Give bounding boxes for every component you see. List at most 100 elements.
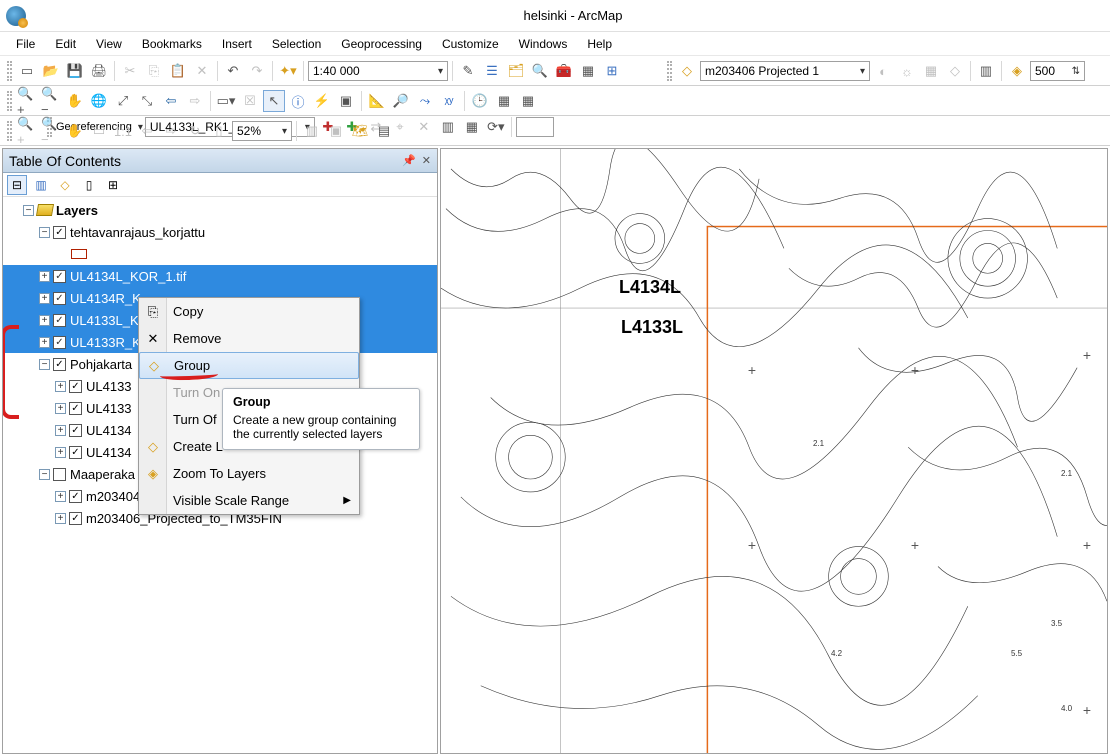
identify-icon[interactable]: ⓘ	[287, 90, 309, 112]
viewer-window-icon[interactable]: ▦	[517, 90, 539, 112]
pin-icon[interactable]: 📌	[402, 154, 416, 167]
rotate-icon[interactable]: ⟳▾	[485, 116, 507, 138]
checkbox[interactable]: ✓	[53, 358, 66, 371]
layout-zoom-combo[interactable]: 52% ▾	[232, 121, 292, 141]
pan-icon[interactable]: ✋	[64, 90, 86, 112]
viewer-icon[interactable]: ▥	[437, 116, 459, 138]
toolbar-handle[interactable]	[7, 121, 12, 141]
delete-icon[interactable]: ✕	[191, 60, 213, 82]
layout-back-icon[interactable]: ⇦	[136, 120, 158, 142]
brightness-icon[interactable]: ☼	[896, 60, 918, 82]
checkbox[interactable]: ✓	[69, 490, 82, 503]
arc-toolbox-icon[interactable]: 🧰	[553, 60, 575, 82]
checkbox[interactable]: ✓	[53, 292, 66, 305]
python-icon[interactable]: ▦	[577, 60, 599, 82]
menu-bookmarks[interactable]: Bookmarks	[134, 35, 210, 53]
select-elements-icon[interactable]: ↖	[263, 90, 285, 112]
scale-combo[interactable]: 1:40 000 ▾	[308, 61, 448, 81]
layout-pan-icon[interactable]: ✋	[64, 120, 86, 142]
menu-file[interactable]: File	[8, 35, 43, 53]
menu-geoprocessing[interactable]: Geoprocessing	[333, 35, 430, 53]
change-layout-icon[interactable]: 🗺	[349, 120, 371, 142]
measure-icon[interactable]: 📐	[366, 90, 388, 112]
expand-icon[interactable]: +	[55, 513, 66, 524]
collapse-icon[interactable]: −	[39, 469, 50, 480]
zoom-in-icon[interactable]: 🔍+	[16, 90, 38, 112]
checkbox[interactable]: ✓	[69, 402, 82, 415]
menu-windows[interactable]: Windows	[511, 35, 576, 53]
list-by-drawing-order-icon[interactable]: ⊟	[7, 175, 27, 195]
rotation-input[interactable]	[516, 117, 554, 137]
data-driven-pages-icon[interactable]: ▤	[373, 120, 395, 142]
checkbox[interactable]: ✓	[53, 226, 66, 239]
layout-forward-icon[interactable]: ⇨	[160, 120, 182, 142]
expand-icon[interactable]: +	[55, 381, 66, 392]
expand-icon[interactable]: +	[39, 293, 50, 304]
focus-data-frame-icon[interactable]: ▣	[325, 120, 347, 142]
checkbox[interactable]: ✓	[69, 512, 82, 525]
toc-icon[interactable]: ☰	[481, 60, 503, 82]
checkbox[interactable]: ✓	[53, 336, 66, 349]
copy-icon[interactable]: ⎘	[143, 60, 165, 82]
add-data-icon[interactable]: ✦▾	[277, 60, 299, 82]
forward-extent-icon[interactable]: ⇨	[184, 90, 206, 112]
menu-help[interactable]: Help	[579, 35, 620, 53]
layout-100-icon[interactable]: 1:1	[112, 120, 134, 142]
menu-customize[interactable]: Customize	[434, 35, 507, 53]
checkbox-unchecked[interactable]	[53, 468, 66, 481]
flicker-rate[interactable]: 500 ⇅	[1030, 61, 1085, 81]
list-by-selection-icon[interactable]: ▯	[79, 175, 99, 195]
data-driven-prev-icon[interactable]: ▯	[208, 120, 230, 142]
expand-icon[interactable]: +	[55, 491, 66, 502]
back-extent-icon[interactable]: ⇦	[160, 90, 182, 112]
editor-toolbar-icon[interactable]: ✎	[457, 60, 479, 82]
menu-edit[interactable]: Edit	[47, 35, 84, 53]
expand-icon[interactable]: +	[39, 315, 50, 326]
layout-zoom-out-icon[interactable]: 🔍−	[40, 120, 62, 142]
print-icon[interactable]: 🖨	[88, 60, 110, 82]
full-extent-icon[interactable]: 🌐	[88, 90, 110, 112]
ctx-copy[interactable]: ⎘ Copy	[139, 298, 359, 325]
layer-row[interactable]: − ✓ tehtavanrajaus_korjattu	[3, 221, 437, 243]
delete-link-icon[interactable]: ✕	[413, 116, 435, 138]
html-popup-icon[interactable]: ▣	[335, 90, 357, 112]
fixed-zoom-out-icon[interactable]: ⤡	[136, 90, 158, 112]
checkbox[interactable]: ✓	[69, 446, 82, 459]
collapse-icon[interactable]: −	[23, 205, 34, 216]
expand-icon[interactable]: +	[39, 337, 50, 348]
dim-icon[interactable]: ◇	[944, 60, 966, 82]
ctx-visible-scale-range[interactable]: Visible Scale Range ▶	[139, 487, 359, 514]
options-icon[interactable]: ⊞	[103, 175, 123, 195]
find-route-icon[interactable]: ⤳	[414, 90, 436, 112]
find-icon[interactable]: 🔎	[390, 90, 412, 112]
layer-row-selected[interactable]: + ✓ UL4134L_KOR_1.tif	[3, 265, 437, 287]
checkbox[interactable]: ✓	[53, 314, 66, 327]
swipe-icon[interactable]: ▥	[975, 60, 997, 82]
expand-icon[interactable]: +	[55, 447, 66, 458]
checkbox[interactable]: ✓	[53, 270, 66, 283]
close-icon[interactable]: ✕	[422, 154, 431, 167]
list-by-visibility-icon[interactable]: ◇	[55, 175, 75, 195]
layout-zoom-in-icon[interactable]: 🔍+	[16, 120, 38, 142]
menu-insert[interactable]: Insert	[214, 35, 260, 53]
menu-selection[interactable]: Selection	[264, 35, 329, 53]
collapse-icon[interactable]: −	[39, 359, 50, 370]
select-features-icon[interactable]: ▭▾	[215, 90, 237, 112]
ctx-remove[interactable]: ✕ Remove	[139, 325, 359, 352]
time-slider-icon[interactable]: 🕒	[469, 90, 491, 112]
list-by-source-icon[interactable]: ▥	[31, 175, 51, 195]
clear-selection-icon[interactable]: ☒	[239, 90, 261, 112]
cut-icon[interactable]: ✂	[119, 60, 141, 82]
paste-icon[interactable]: 📋	[167, 60, 189, 82]
data-driven-refresh-icon[interactable]: ↻	[184, 120, 206, 142]
new-icon[interactable]: ▭	[16, 60, 38, 82]
open-icon[interactable]: 📂	[40, 60, 62, 82]
tree-root[interactable]: − Layers	[3, 199, 437, 221]
link-table-icon[interactable]: ▦	[461, 116, 483, 138]
ctx-zoom-to-layers[interactable]: ◈ Zoom To Layers	[139, 460, 359, 487]
expand-icon[interactable]: +	[55, 403, 66, 414]
redo-icon[interactable]: ↷	[246, 60, 268, 82]
map-view[interactable]: L4134L L4133L + + + + + + + 2.1 2.1 3.5 …	[440, 148, 1108, 754]
checkbox[interactable]: ✓	[69, 424, 82, 437]
effects-layer-combo[interactable]: m203406 Projected 1 ▾	[700, 61, 870, 81]
